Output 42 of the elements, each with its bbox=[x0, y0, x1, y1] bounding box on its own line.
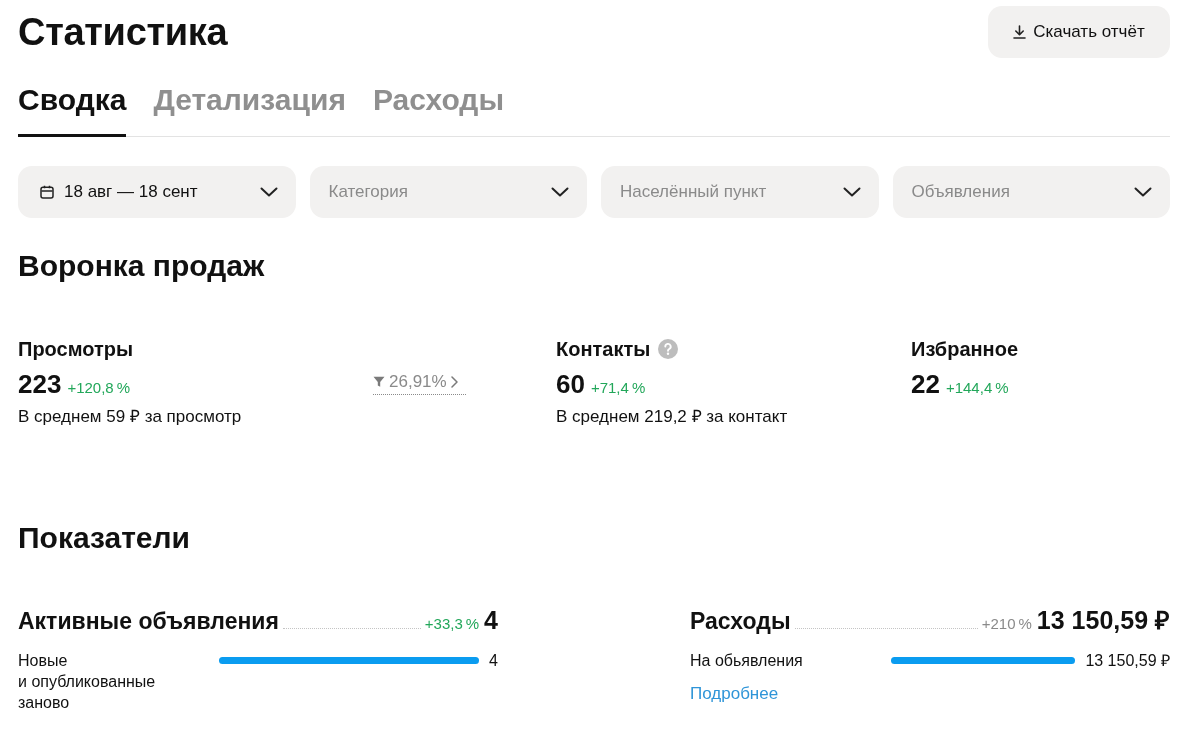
calendar-icon bbox=[40, 185, 54, 199]
indicator-title: Расходы bbox=[690, 607, 791, 635]
metric-label: Просмотры bbox=[18, 337, 133, 362]
metric-label: Избранное bbox=[911, 337, 1018, 362]
funnel-icon bbox=[373, 376, 385, 388]
metric-value: 60 bbox=[556, 368, 585, 400]
metric-note: В среднем 59 ₽ за просмотр bbox=[18, 406, 243, 428]
change-percent: +210 % bbox=[981, 614, 1032, 634]
indicator-total: 13 150,59 ₽ bbox=[1036, 606, 1170, 634]
tab[interactable]: Сводка bbox=[18, 82, 127, 137]
row-label: На обьявления bbox=[690, 650, 804, 671]
indicator-title: Активные объявления bbox=[18, 607, 279, 635]
page-title: Статистика bbox=[18, 10, 228, 54]
metric-value: 223 bbox=[18, 368, 62, 400]
change-percent: +71,4 % bbox=[590, 378, 646, 398]
row-value: 4 bbox=[489, 650, 498, 671]
conversion-link[interactable]: 26,91% bbox=[373, 372, 466, 395]
row-value: 13 150,59 ₽ bbox=[1085, 650, 1170, 671]
section-heading: Воронка продаж bbox=[18, 248, 266, 284]
chevron-right-icon bbox=[450, 376, 458, 388]
change-percent: +33,3 % bbox=[424, 614, 480, 634]
chevron-down-icon bbox=[1134, 187, 1152, 197]
chevron-down-icon bbox=[551, 187, 569, 197]
chevron-down-icon bbox=[259, 187, 278, 197]
metric-note: В среднем 219,2 ₽ за контакт bbox=[556, 406, 788, 428]
indicator-total: 4 bbox=[484, 606, 498, 634]
change-percent: +120,8 % bbox=[67, 378, 131, 398]
date-range-dropdown[interactable]: 18 авг — 18 сент bbox=[18, 166, 296, 218]
filter-dropdown[interactable]: Населённый пункт bbox=[601, 166, 879, 218]
section-heading: Показатели bbox=[18, 520, 192, 556]
details-link[interactable]: Подробнее bbox=[690, 680, 779, 706]
row-label: Новые и опубликованные заново bbox=[18, 650, 157, 713]
change-percent: +144,4 % bbox=[945, 378, 1009, 398]
filter-dropdown[interactable]: Категория bbox=[309, 166, 587, 218]
metric-label: Контакты bbox=[556, 337, 651, 362]
tab[interactable]: Детализация bbox=[153, 82, 346, 137]
chevron-down-icon bbox=[842, 187, 861, 197]
download-report-button[interactable]: Скачать отчёт bbox=[988, 6, 1170, 58]
filter-dropdown[interactable]: Объявления bbox=[892, 166, 1170, 218]
metric-value: 22 bbox=[911, 368, 940, 400]
tab[interactable]: Расходы bbox=[372, 82, 504, 137]
download-icon bbox=[1013, 25, 1027, 39]
